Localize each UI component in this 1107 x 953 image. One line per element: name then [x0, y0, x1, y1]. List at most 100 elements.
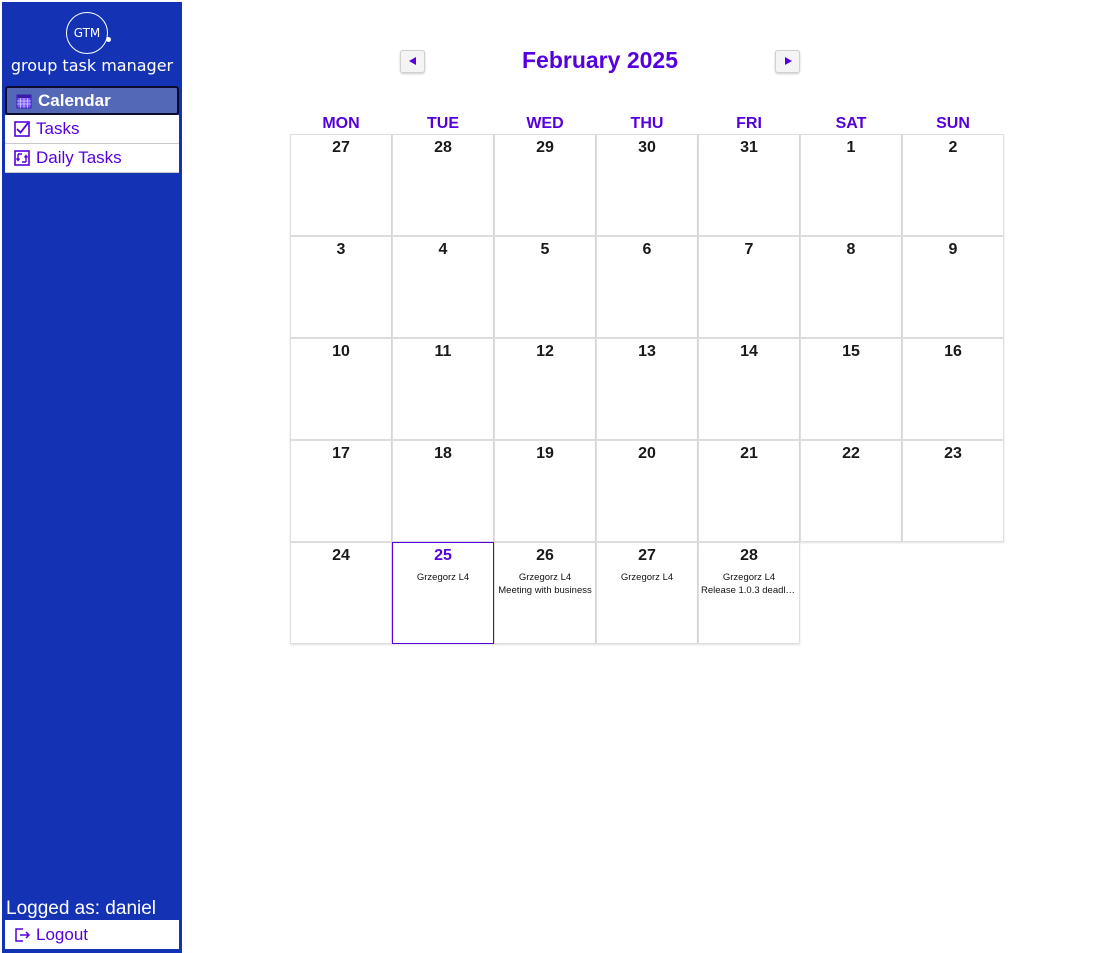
weekday-label: SAT — [835, 115, 867, 132]
logout-icon — [13, 926, 30, 943]
weekday-label: FRI — [736, 115, 762, 132]
day-number: 7 — [744, 241, 754, 258]
calendar-day-cell[interactable]: 28 Grzegorz L4 Release 1.0.3 deadline — [698, 542, 800, 644]
arrow-right-icon — [783, 53, 793, 71]
repeat-icon — [13, 150, 30, 167]
calendar-day-cell[interactable]: 1 — [800, 134, 902, 236]
calendar-icon — [15, 92, 32, 109]
calendar-day-cell-today[interactable]: 25 Grzegorz L4 — [392, 542, 494, 644]
prev-month-button[interactable] — [400, 50, 425, 73]
calendar-day-cell[interactable]: 21 — [698, 440, 800, 542]
sidebar-item-tasks[interactable]: Tasks — [5, 115, 179, 144]
day-number: 2 — [948, 139, 958, 156]
weekday-label: TUE — [427, 115, 459, 132]
calendar-day-cell[interactable]: 7 — [698, 236, 800, 338]
sidebar-item-label: Calendar — [38, 90, 111, 110]
calendar-day-cell[interactable]: 11 — [392, 338, 494, 440]
day-number: 12 — [536, 343, 554, 360]
calendar-day-cell[interactable]: 29 — [494, 134, 596, 236]
event-label[interactable]: Grzegorz L4 — [597, 571, 697, 584]
day-number: 27 — [638, 547, 656, 564]
day-number: 25 — [434, 547, 452, 564]
month-title: February 2025 — [522, 47, 678, 73]
event-label[interactable]: Grzegorz L4 — [495, 571, 595, 584]
day-number: 17 — [332, 445, 350, 462]
day-number: 11 — [434, 343, 452, 360]
calendar-day-cell[interactable]: 30 — [596, 134, 698, 236]
checkbox-icon — [13, 121, 30, 138]
day-number: 27 — [332, 139, 350, 156]
calendar-day-cell[interactable]: 12 — [494, 338, 596, 440]
logo-short: GTM — [73, 26, 101, 40]
calendar-week-row: 24 25 Grzegorz L4 26 Grzegorz L4 Meeting with… — [290, 542, 1004, 644]
calendar-day-cell[interactable]: 5 — [494, 236, 596, 338]
weekday-label: THU — [630, 115, 664, 132]
day-number: 21 — [740, 445, 758, 462]
day-number: 14 — [740, 343, 758, 360]
sidebar-item-label: Tasks — [36, 119, 80, 138]
day-number: 6 — [642, 241, 652, 258]
calendar-day-cell[interactable]: 2 — [902, 134, 1004, 236]
day-number: 10 — [332, 343, 350, 360]
calendar-day-cell[interactable]: 28 — [392, 134, 494, 236]
calendar-week-row: 10 11 12 13 14 15 16 — [290, 338, 1004, 440]
day-number: 24 — [332, 547, 350, 564]
calendar-day-cell[interactable]: 24 — [290, 542, 392, 644]
calendar-week-row: 27 28 29 30 31 1 2 — [290, 134, 1004, 236]
sidebar-nav: Calendar Tasks Daily Tasks — [5, 86, 179, 173]
calendar-grid: 27 28 29 30 31 1 2 3 4 5 6 7 8 9 10 11 12 13 14 15 16 17 18 19 2… — [290, 134, 1004, 644]
logo-dot — [106, 37, 111, 42]
day-events: Grzegorz L4 Release 1.0.3 deadline — [699, 571, 799, 597]
day-number: 4 — [438, 241, 448, 258]
day-number: 8 — [846, 241, 856, 258]
day-number: 5 — [540, 241, 550, 258]
calendar-day-cell[interactable]: 8 — [800, 236, 902, 338]
sidebar-item-daily-tasks[interactable]: Daily Tasks — [5, 144, 179, 173]
calendar-day-cell[interactable]: 19 — [494, 440, 596, 542]
event-label[interactable]: Meeting with business — [495, 584, 595, 597]
calendar-day-cell[interactable]: 15 — [800, 338, 902, 440]
next-month-button[interactable] — [775, 50, 800, 73]
calendar-day-cell[interactable]: 14 — [698, 338, 800, 440]
weekday-header: MON TUE WED THU FRI SAT SUN — [290, 115, 1004, 135]
calendar-day-cell[interactable]: 16 — [902, 338, 1004, 440]
day-number: 1 — [846, 139, 856, 156]
calendar-week-row: 17 18 19 20 21 22 23 — [290, 440, 1004, 542]
sidebar: GTM group task manager Calendar Tasks Da… — [2, 2, 182, 953]
day-events: Grzegorz L4 — [597, 571, 697, 584]
empty-cell — [800, 542, 902, 644]
day-number: 23 — [944, 445, 962, 462]
calendar-day-cell[interactable]: 22 — [800, 440, 902, 542]
event-label[interactable]: Grzegorz L4 — [699, 571, 799, 584]
day-number: 31 — [740, 139, 758, 156]
calendar-day-cell[interactable]: 10 — [290, 338, 392, 440]
logout-button[interactable]: Logout — [5, 920, 179, 949]
event-label[interactable]: Release 1.0.3 deadline — [699, 584, 799, 597]
day-number: 13 — [638, 343, 656, 360]
day-number: 3 — [336, 241, 346, 258]
calendar-week-row: 3 4 5 6 7 8 9 — [290, 236, 1004, 338]
event-label[interactable]: Grzegorz L4 — [393, 571, 493, 584]
calendar-day-cell[interactable]: 26 Grzegorz L4 Meeting with business — [494, 542, 596, 644]
calendar-day-cell[interactable]: 27 Grzegorz L4 — [596, 542, 698, 644]
calendar-day-cell[interactable]: 3 — [290, 236, 392, 338]
logout-label: Logout — [36, 924, 88, 944]
calendar-day-cell[interactable]: 17 — [290, 440, 392, 542]
calendar-day-cell[interactable]: 9 — [902, 236, 1004, 338]
calendar-day-cell[interactable]: 6 — [596, 236, 698, 338]
logged-as-label: Logged as: daniel — [6, 898, 157, 919]
weekday-label: WED — [526, 115, 564, 132]
calendar-day-cell[interactable]: 4 — [392, 236, 494, 338]
day-number: 19 — [536, 445, 554, 462]
day-number: 28 — [740, 547, 758, 564]
calendar-day-cell[interactable]: 13 — [596, 338, 698, 440]
calendar-day-cell[interactable]: 23 — [902, 440, 1004, 542]
calendar-day-cell[interactable]: 31 — [698, 134, 800, 236]
day-number: 29 — [536, 139, 554, 156]
calendar-day-cell[interactable]: 20 — [596, 440, 698, 542]
day-number: 26 — [536, 547, 554, 564]
calendar-day-cell[interactable]: 27 — [290, 134, 392, 236]
calendar-day-cell[interactable]: 18 — [392, 440, 494, 542]
sidebar-item-calendar[interactable]: Calendar — [5, 86, 179, 115]
logo-text: group task manager — [10, 56, 174, 75]
